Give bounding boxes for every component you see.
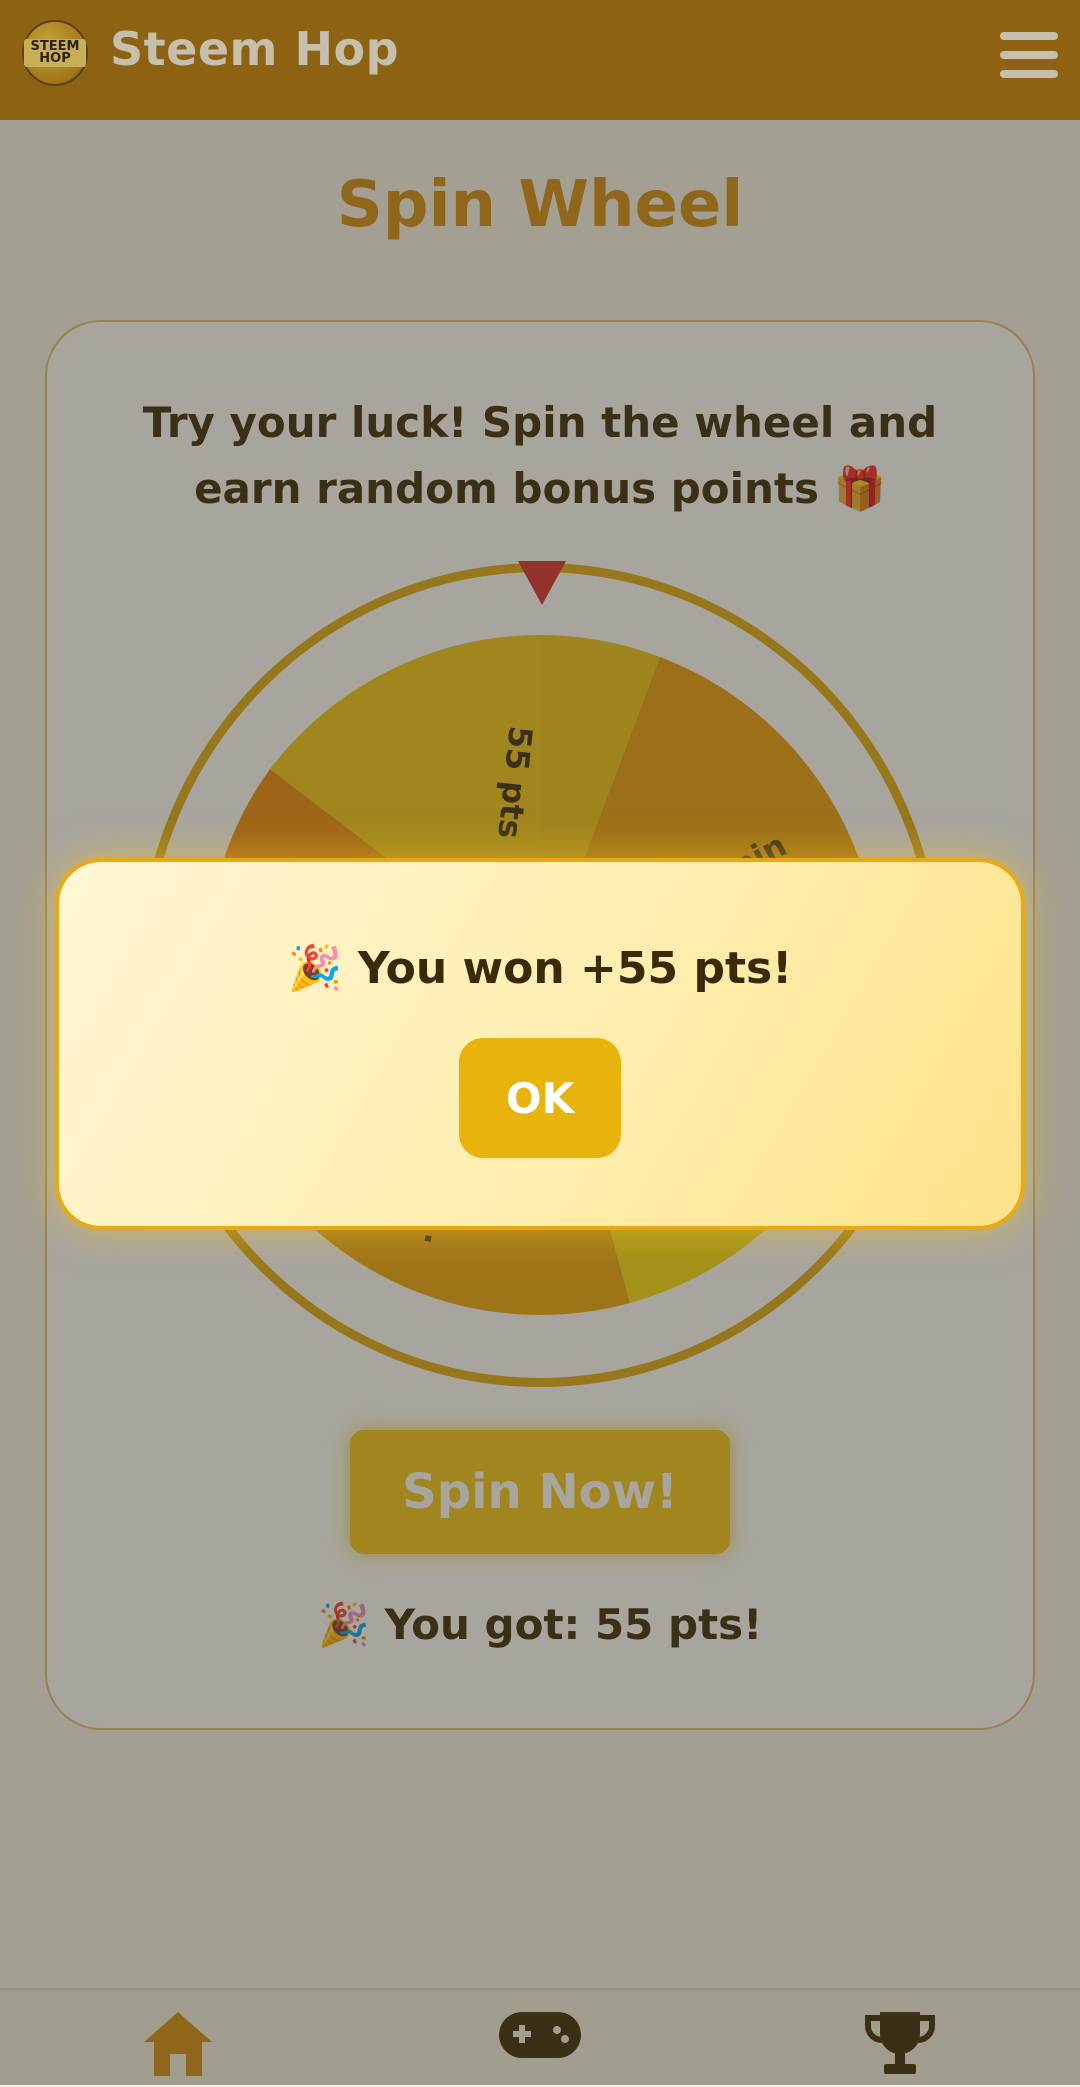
win-message: 🎉 You won +55 pts! [287,943,793,994]
ok-button[interactable]: OK [459,1038,621,1158]
win-dialog: 🎉 You won +55 pts! OK [55,858,1025,1230]
header-dim-overlay [0,0,1080,120]
